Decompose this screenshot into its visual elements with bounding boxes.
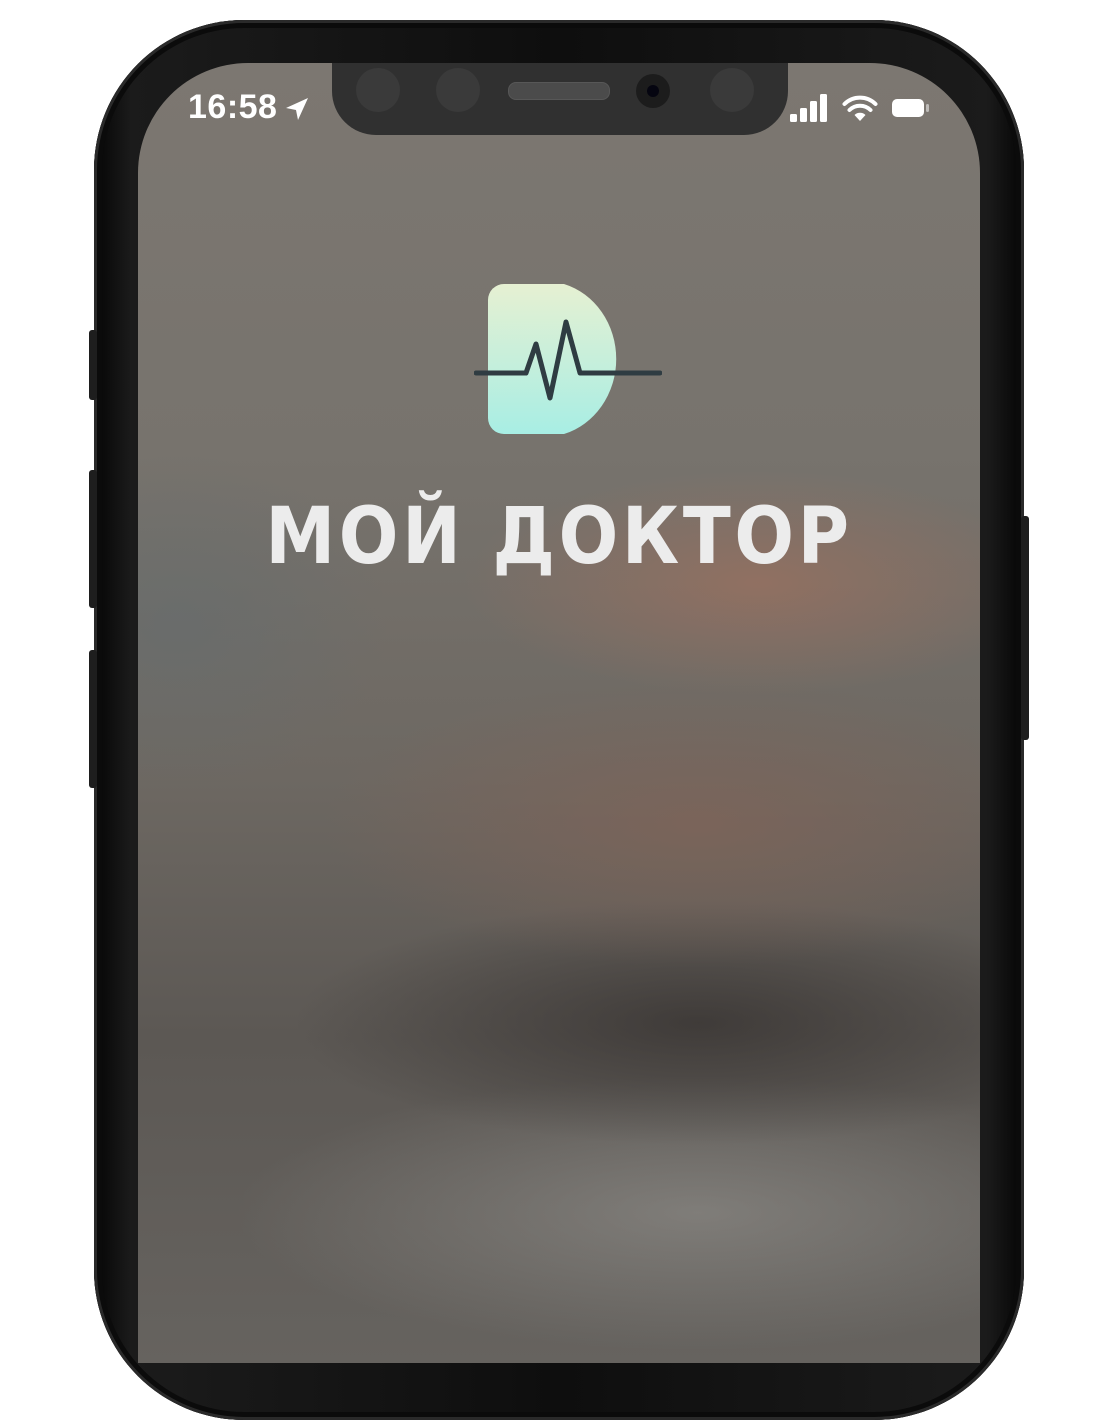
heartbeat-d-logo-icon [474,284,662,434]
app-title: МОЙ ДОКТОР [265,492,853,582]
wifi-icon [842,95,878,121]
mute-switch [89,330,97,400]
front-camera [636,74,670,108]
cellular-signal-icon [790,94,827,122]
sensor-dot [356,68,400,112]
volume-down-button [89,650,97,788]
status-icons [790,94,930,122]
sensor-dot [436,68,480,112]
sensor-dot [710,68,754,112]
status-time: 16:58 [188,88,278,126]
battery-icon [892,99,929,117]
location-arrow-icon [286,98,308,120]
splash-screen [138,63,980,1363]
earpiece-speaker [508,82,610,100]
